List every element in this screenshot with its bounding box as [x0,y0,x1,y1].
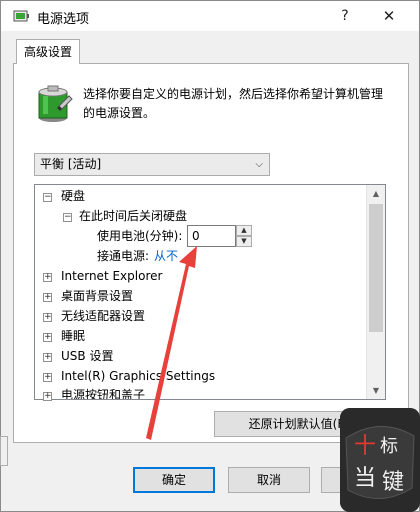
tree-item-intel-graphics[interactable]: Intel(R) Graphics Settings [61,366,215,386]
battery-icon [35,84,75,124]
scroll-down-icon[interactable]: ▼ [367,382,385,399]
watermark-logo: 十 标 当 键 [340,408,420,512]
chevron-down-icon: ⌵ [255,159,263,170]
tree-item-power-buttons[interactable]: 电源按钮和盖子 [61,385,145,399]
intro-text: 选择你要自定义的电源计划，然后选择你希望计算机管理的电源设置。 [83,87,384,120]
scroll-up-icon[interactable]: ▲ [367,185,385,202]
tree-scrollbar[interactable]: ▲ ▼ [366,185,385,399]
power-plan-select[interactable]: 平衡 [活动] ⌵ [34,153,270,176]
tab-advanced-settings[interactable]: 高级设置 [16,39,80,64]
title-bar: 电源选项 ? ✕ [1,1,419,31]
help-button[interactable]: ? [333,5,357,27]
close-button[interactable]: ✕ [375,5,403,27]
battery-minutes-input[interactable]: 0 [187,225,236,247]
power-plan-value: 平衡 [活动] [40,157,102,171]
scroll-thumb[interactable] [369,204,383,332]
collapse-icon[interactable]: − [43,193,52,202]
tree-item-internet-explorer[interactable]: Internet Explorer [61,266,162,286]
expand-icon[interactable]: + [43,373,52,382]
tree-item-desktop-background[interactable]: 桌面背景设置 [61,286,133,306]
expand-icon[interactable]: + [43,353,52,362]
background-window-edge [0,436,8,466]
tree-item-sleep[interactable]: 睡眠 [61,326,85,346]
ok-button[interactable]: 确定 [133,467,215,493]
power-options-icon [13,9,29,23]
window-title: 电源选项 [37,12,90,27]
tree-item-hard-disk[interactable]: 硬盘 [61,186,85,206]
plugged-in-label: 接通电源: [97,249,150,263]
expand-icon[interactable]: + [43,273,52,282]
collapse-icon[interactable]: − [63,213,72,222]
on-battery-label: 使用电池(分钟): [97,229,183,243]
spin-up-button[interactable]: ▲ [236,225,252,236]
spin-down-button[interactable]: ▼ [236,236,252,247]
expand-icon[interactable]: + [43,293,52,302]
expand-icon[interactable]: + [43,392,52,401]
tree-item-turn-off-disk[interactable]: 在此时间后关闭硬盘 [79,206,187,226]
tree-item-usb[interactable]: USB 设置 [61,346,113,366]
expand-icon[interactable]: + [43,313,52,322]
expand-icon[interactable]: + [43,333,52,342]
tree-item-wireless-adapter[interactable]: 无线适配器设置 [61,306,145,326]
cancel-button[interactable]: 取消 [228,467,310,493]
plugged-in-value-link[interactable]: 从不 [154,246,178,266]
